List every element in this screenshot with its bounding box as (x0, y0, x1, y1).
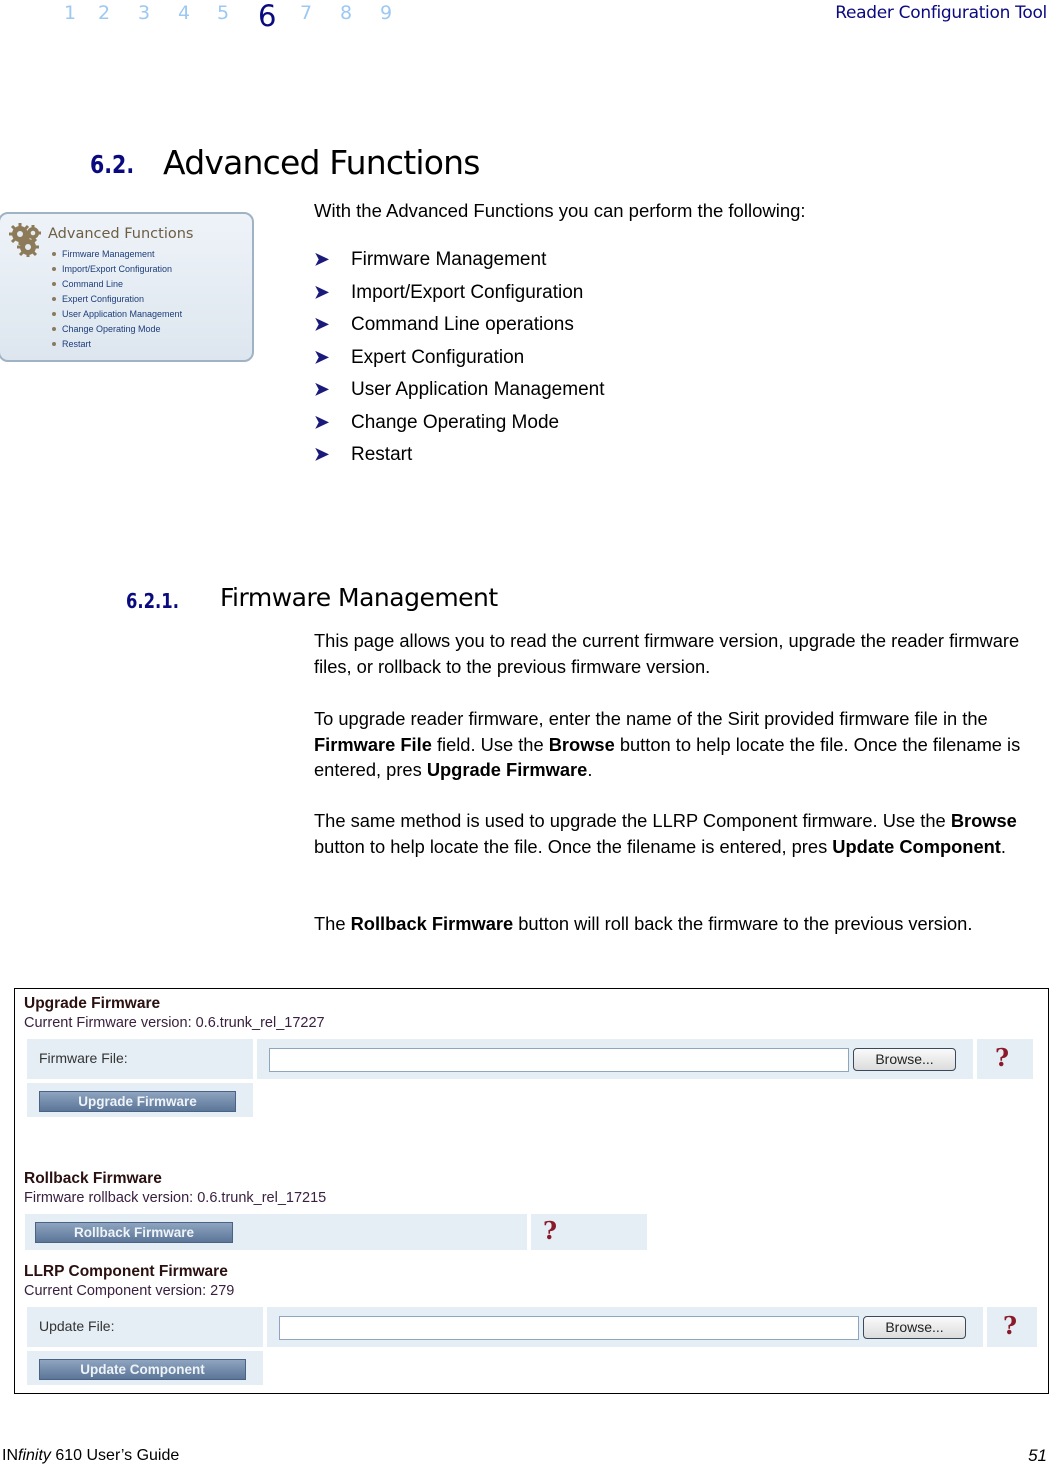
update-file-label-cell: Update File: (27, 1307, 263, 1347)
upgrade-firmware-button[interactable]: Upgrade Firmware (39, 1091, 236, 1112)
upgrade-button-cell: Upgrade Firmware (27, 1083, 253, 1117)
update-file-input[interactable] (279, 1316, 859, 1340)
thumbnail-item-import-export[interactable]: Import/Export Configuration (52, 262, 182, 277)
update-file-label: Update File: (39, 1318, 115, 1334)
help-icon[interactable]: ? (995, 1043, 1009, 1072)
gears-icon (9, 223, 41, 257)
chapter-6-active[interactable]: 6 (258, 0, 276, 33)
firmware-file-label-cell: Firmware File: (27, 1039, 253, 1079)
paragraph-overview: This page allows you to read the current… (314, 630, 1020, 677)
chapter-4[interactable]: 4 (178, 2, 190, 24)
paragraph-upgrade: To upgrade reader firmware, enter the na… (314, 708, 1021, 780)
chevron-right-icon: ➤ (314, 444, 330, 464)
llrp-firmware-heading: LLRP Component Firmware (24, 1263, 228, 1280)
firmware-file-input-cell: Browse... (257, 1039, 973, 1079)
chevron-right-icon: ➤ (314, 346, 330, 367)
chevron-right-icon: ➤ (314, 281, 330, 302)
firmware-help-cell: ? (977, 1039, 1033, 1079)
firmware-browse-button[interactable]: Browse... (853, 1048, 956, 1071)
rollback-help-cell: ? (531, 1214, 647, 1250)
chevron-right-icon: ➤ (314, 411, 330, 432)
chevron-right-icon: ➤ (314, 314, 330, 334)
page-number: 51 (1028, 1446, 1047, 1465)
section-number: 6.2. (90, 150, 135, 179)
chapter-2[interactable]: 2 (98, 2, 110, 24)
bullet-item: ➤ Change Operating Mode (314, 409, 604, 442)
update-component-button[interactable]: Update Component (39, 1359, 246, 1380)
chapter-8[interactable]: 8 (340, 2, 352, 24)
feature-list: ➤ Firmware Management ➤ Import/Export Conf… (314, 246, 604, 474)
bullet-text: Command Line operations (351, 314, 574, 335)
bullet-item: ➤ Firmware Management (314, 246, 604, 279)
rollback-button-cell: Rollback Firmware (25, 1214, 527, 1250)
bullet-text: Restart (351, 444, 413, 465)
firmware-file-label: Firmware File: (39, 1050, 128, 1066)
thumbnail-item-expert-configuration[interactable]: Expert Configuration (52, 292, 182, 307)
thumbnail-item-change-mode[interactable]: Change Operating Mode (52, 322, 182, 337)
chevron-right-icon: ➤ (314, 249, 330, 269)
bullet-text: User Application Management (351, 379, 605, 400)
bullet-text: Expert Configuration (351, 346, 525, 368)
firmware-management-screenshot: Upgrade Firmware Current Firmware versio… (14, 988, 1049, 1394)
thumbnail-item-restart[interactable]: Restart (52, 337, 182, 352)
upgrade-firmware-heading: Upgrade Firmware (24, 995, 161, 1012)
paragraph-llrp: The same method is used to upgrade the L… (314, 810, 1017, 857)
thumbnail-title: Advanced Functions (48, 226, 194, 242)
bullet-item: ➤ Expert Configuration (314, 344, 604, 377)
bullet-item: ➤ Restart (314, 441, 604, 474)
llrp-component-version: Current Component version: 279 (24, 1283, 235, 1299)
help-icon[interactable]: ? (543, 1216, 557, 1245)
intro-text: With the Advanced Functions you can perf… (314, 200, 806, 221)
subsection-number: 6.2.1. (126, 589, 179, 613)
chapter-1[interactable]: 1 (64, 2, 76, 24)
rollback-firmware-button[interactable]: Rollback Firmware (35, 1222, 233, 1243)
thumbnail-item-command-line[interactable]: Command Line (52, 277, 182, 292)
section-title: Advanced Functions (163, 143, 480, 182)
bullet-item: ➤ Command Line operations (314, 311, 604, 344)
bullet-item: ➤ User Application Management (314, 376, 604, 409)
chapter-7[interactable]: 7 (300, 2, 312, 24)
chapter-3[interactable]: 3 (138, 2, 150, 24)
bullet-text: Firmware Management (351, 249, 547, 270)
bullet-text: Change Operating Mode (351, 411, 560, 433)
advanced-functions-thumbnail: Advanced Functions Firmware Management I… (0, 212, 254, 362)
thumbnail-item-firmware-management[interactable]: Firmware Management (52, 247, 182, 262)
thumbnail-menu: Firmware Management Import/Export Config… (52, 247, 182, 352)
update-help-cell: ? (987, 1307, 1037, 1347)
chapter-9[interactable]: 9 (380, 2, 392, 24)
header-title: Reader Configuration Tool (835, 3, 1047, 23)
update-browse-button[interactable]: Browse... (863, 1316, 966, 1339)
update-file-input-cell: Browse... (267, 1307, 983, 1347)
bullet-item: ➤ Import/Export Configuration (314, 279, 604, 312)
subsection-title: Firmware Management (220, 583, 498, 612)
rollback-firmware-heading: Rollback Firmware (24, 1170, 162, 1187)
chapter-5[interactable]: 5 (217, 2, 229, 24)
chevron-right-icon: ➤ (314, 379, 330, 399)
footer-product-name: INfinity 610 User’s Guide (2, 1447, 180, 1464)
paragraph-rollback: The Rollback Firmware button will roll b… (314, 913, 973, 934)
help-icon[interactable]: ? (1003, 1311, 1017, 1340)
update-button-cell: Update Component (27, 1351, 263, 1385)
bullet-text: Import/Export Configuration (351, 281, 584, 303)
thumbnail-item-user-application[interactable]: User Application Management (52, 307, 182, 322)
firmware-file-input[interactable] (269, 1048, 849, 1072)
rollback-firmware-version: Firmware rollback version: 0.6.trunk_rel… (24, 1190, 327, 1206)
current-firmware-version: Current Firmware version: 0.6.trunk_rel_… (24, 1015, 325, 1031)
